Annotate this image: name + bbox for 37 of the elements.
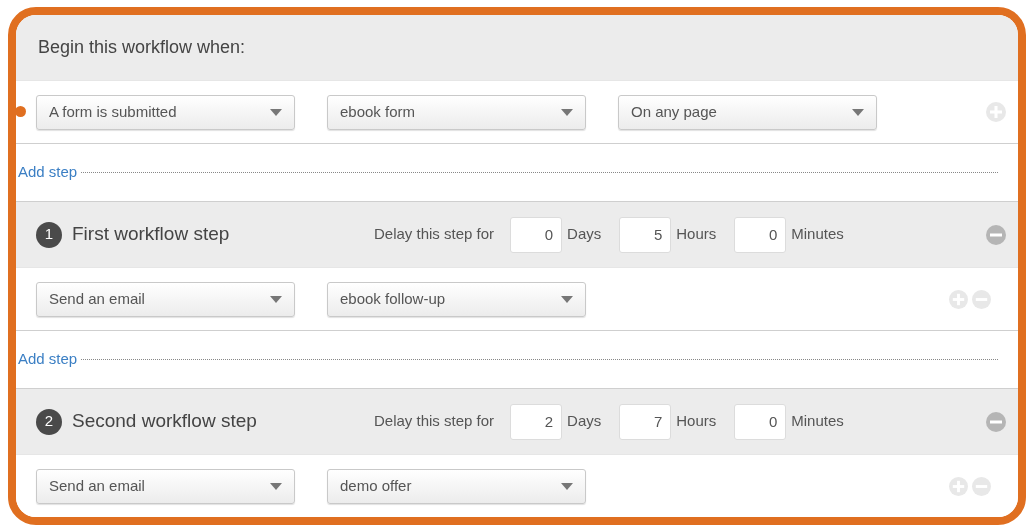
caret-icon bbox=[561, 108, 573, 116]
add-step-link[interactable]: Add step bbox=[18, 161, 78, 184]
dropdown[interactable]: demo offer bbox=[327, 468, 586, 504]
delay-label: Delay this step for bbox=[374, 224, 495, 245]
delay-field[interactable]: 2 bbox=[510, 403, 563, 440]
dropdown[interactable]: Send an email bbox=[36, 468, 295, 504]
caret-icon bbox=[270, 295, 282, 303]
delay-field[interactable]: 0 bbox=[734, 216, 787, 253]
delay-field[interactable]: 5 bbox=[619, 216, 672, 253]
step-number: 2 bbox=[36, 408, 62, 435]
step-title: First workflow step bbox=[72, 222, 231, 247]
dropdown[interactable]: ebook follow-up bbox=[327, 281, 586, 317]
remove-icon[interactable] bbox=[986, 224, 1006, 245]
delay-label: Delay this step for bbox=[374, 411, 495, 432]
delay-field[interactable]: 7 bbox=[619, 403, 672, 440]
step-number: 1 bbox=[36, 221, 62, 248]
dropdown[interactable]: A form is submitted bbox=[36, 94, 295, 130]
caret-icon bbox=[270, 482, 282, 490]
remove-icon[interactable] bbox=[986, 411, 1006, 432]
add-step-link[interactable]: Add step bbox=[18, 348, 78, 371]
caret-icon bbox=[270, 108, 282, 116]
delay-field[interactable]: 0 bbox=[734, 403, 787, 440]
unit-label: Hours bbox=[676, 224, 717, 245]
unit-label: Minutes bbox=[791, 411, 844, 432]
unit-label: Days bbox=[567, 224, 602, 245]
delay-field[interactable]: 0 bbox=[510, 216, 563, 253]
caret-icon bbox=[561, 295, 573, 303]
step-title: Second workflow step bbox=[72, 409, 258, 434]
unit-label: Minutes bbox=[791, 224, 844, 245]
trigger-heading: Begin this workflow when: bbox=[38, 36, 246, 59]
unit-label: Days bbox=[567, 411, 602, 432]
dropdown[interactable]: On any page bbox=[618, 94, 877, 130]
caret-icon bbox=[852, 108, 864, 116]
unit-label: Hours bbox=[676, 411, 717, 432]
dropdown[interactable]: Send an email bbox=[36, 281, 295, 317]
caret-icon bbox=[561, 482, 573, 490]
dropdown[interactable]: ebook form bbox=[327, 94, 586, 130]
